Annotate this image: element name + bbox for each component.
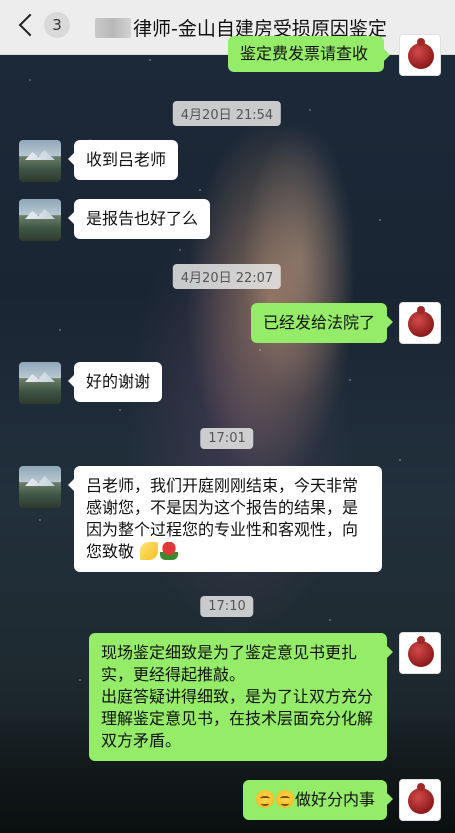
message-text: 是报告也好了么 [86,209,199,228]
contact-avatar[interactable] [19,140,61,182]
grinning-face-emoji [255,790,274,808]
message-text: 好的谢谢 [86,372,151,391]
message-bubble-contact[interactable]: 吕老师，我们开庭刚刚结束，今天非常感谢您，不是因为这个报告的结果，是因为整个过程… [68,466,382,572]
timestamp: 4月20日 22:07 [172,264,282,289]
timestamp: 17:10 [200,596,254,617]
unread-count-badge: 3 [44,12,70,38]
message-text: 已经发给法院了 [262,313,375,332]
chat-screen: 3 律师-金山自建房受损原因鉴定 鉴定费发票请查收 4月20日 21:54 收到… [0,0,455,833]
message-bubble-contact[interactable]: 收到吕老师 [67,140,179,180]
contact-avatar[interactable] [19,362,61,404]
grinning-face-emoji [275,790,294,808]
message-text: 做好分内事 [294,790,375,809]
contact-avatar[interactable] [19,199,61,241]
avatar-image [408,783,434,814]
timestamp: 4月20日 21:54 [172,101,282,126]
message-text-line: 出庭答疑讲得细致，是为了让双方充分理解鉴定意见书，在技术层面充分化解双方矛盾。 [101,687,374,750]
message-text: 吕老师，我们开庭刚刚结束，今天非常感谢您，不是因为这个报告的结果，是因为整个过程… [86,476,359,561]
self-avatar[interactable] [399,632,441,674]
timestamp: 17:01 [200,428,254,449]
redacted-name [95,17,131,38]
message-bubble-contact[interactable]: 好的谢谢 [67,362,163,402]
banana-emoji [140,542,159,560]
contact-avatar[interactable] [19,466,61,508]
message-bubble-self[interactable]: 已经发给法院了 [250,303,394,343]
back-button[interactable]: 3 [14,12,70,38]
self-avatar[interactable] [399,34,441,76]
avatar-image [408,38,434,69]
avatar-image [408,306,434,337]
chevron-left-icon [18,13,42,37]
message-text-line: 现场鉴定细致是为了鉴定意见书更扎实，更经得起推敲。 [101,643,358,684]
rose-emoji [160,542,179,560]
message-bubble-contact[interactable]: 是报告也好了么 [67,199,211,239]
self-avatar[interactable] [399,302,441,344]
avatar-image [408,636,434,667]
message-bubble-self[interactable]: 做好分内事 [242,780,394,820]
message-text: 收到吕老师 [86,150,167,169]
message-bubble-self[interactable]: 现场鉴定细致是为了鉴定意见书更扎实，更经得起推敲。 出庭答疑讲得细致，是为了让双… [89,633,393,761]
message-bubble-self[interactable]: 鉴定费发票请查收 [228,36,390,72]
self-avatar[interactable] [399,779,441,821]
message-text: 鉴定费发票请查收 [240,44,369,63]
